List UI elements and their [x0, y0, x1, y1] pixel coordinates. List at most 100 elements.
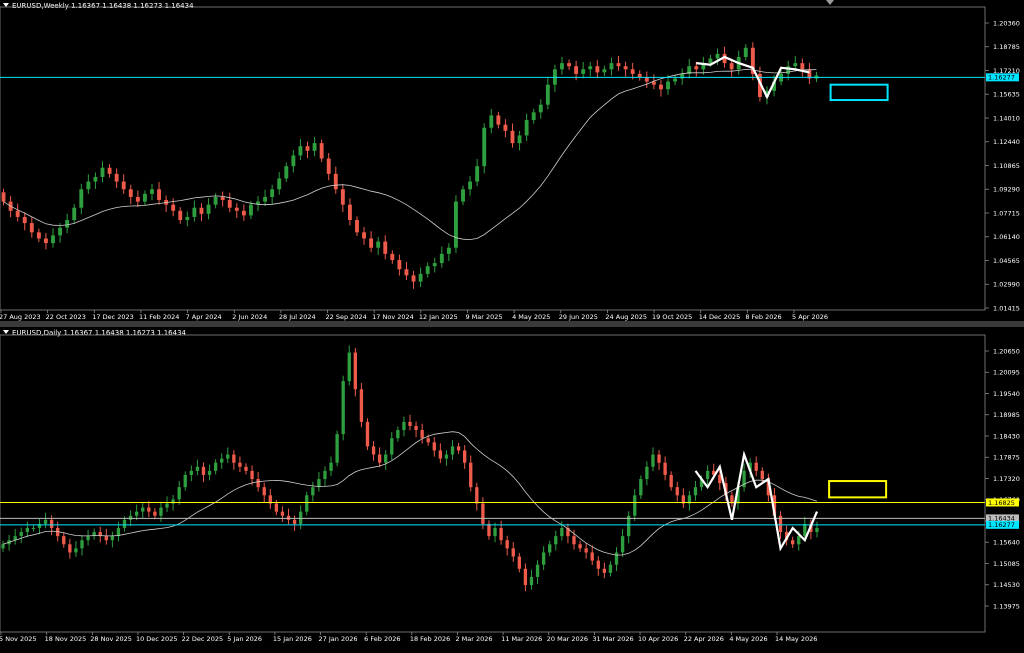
x-tick-label: 11 Mar 2026 [501, 635, 542, 643]
candle-body [377, 454, 382, 463]
candle-body [195, 466, 200, 471]
x-tick-label: 18 Feb 2026 [410, 635, 450, 643]
x-tick-label: 12 Jan 2025 [419, 313, 458, 321]
y-tick-label: 1.15640 [993, 539, 1020, 547]
x-tick-label: 5 Apr 2026 [792, 313, 828, 321]
candle-body [524, 120, 529, 136]
candle-body [319, 143, 324, 159]
candle-body [121, 181, 126, 190]
y-tick-label: 1.20095 [993, 369, 1020, 377]
candle-body [165, 503, 169, 508]
candle-body [663, 462, 667, 475]
candle-body [630, 69, 635, 74]
candle-body [560, 527, 564, 537]
candle-body [270, 189, 275, 197]
candle-body [475, 166, 480, 182]
candle-body [510, 130, 515, 144]
candle-body [793, 63, 798, 67]
candle-body [213, 196, 218, 205]
candle-body [135, 196, 140, 202]
candle-body [396, 430, 400, 439]
candle-body [578, 544, 582, 549]
candle-body [359, 389, 364, 422]
x-tick-label: 19 Oct 2025 [652, 313, 692, 321]
candle-body [503, 124, 508, 131]
candle-body [262, 487, 266, 496]
candle-body [49, 519, 54, 528]
candle-body [446, 247, 451, 254]
candle-body [705, 470, 710, 480]
candle-body [189, 470, 194, 475]
candle-body [157, 189, 161, 201]
candle-body [588, 66, 593, 70]
candle-body [743, 47, 748, 57]
candle-body [560, 63, 564, 70]
candle-body [468, 181, 473, 190]
candle-body [693, 487, 698, 496]
candle-body [694, 66, 699, 70]
candle-body [347, 204, 352, 221]
y-tick-label: 1.12440 [993, 138, 1020, 146]
candle-body [673, 78, 678, 82]
candle-body [616, 63, 621, 67]
candle-body [241, 210, 246, 216]
candle-body [729, 63, 734, 70]
candle-body [461, 189, 465, 202]
candle-body [482, 127, 487, 167]
candle-body [538, 104, 543, 113]
candle-body [192, 207, 197, 217]
y-tick-label: 1.18430 [993, 432, 1020, 440]
candle-body [206, 204, 211, 214]
candle-body [298, 146, 303, 156]
y-tick-label: 1.15635 [993, 91, 1020, 99]
candle-body [369, 238, 374, 248]
candle-body [420, 430, 424, 439]
candle-body [114, 173, 119, 182]
candle-body [595, 66, 600, 73]
candle-body [797, 536, 801, 545]
x-tick-label: 18 Nov 2025 [45, 635, 87, 643]
candle-body [637, 73, 642, 77]
candle-body [675, 487, 679, 496]
candle-body [311, 487, 315, 496]
candle-body [128, 515, 133, 520]
y-tick-label: 1.18985 [993, 411, 1020, 419]
price-level-label: 1.16277 [988, 74, 1015, 82]
candle-body [754, 462, 758, 471]
candle-body [815, 527, 819, 533]
candle-body [51, 235, 55, 244]
candle-body [614, 552, 619, 565]
candle-body [633, 495, 637, 516]
x-tick-label: 7 Apr 2024 [186, 313, 222, 321]
candle-body [80, 540, 84, 549]
weekly-chart-canvas[interactable]: 1.203601.187851.172101.156351.140101.124… [0, 0, 1024, 321]
candle-body [383, 241, 388, 254]
x-tick-label: 11 Feb 2024 [139, 313, 179, 321]
target-zone-box [828, 480, 888, 499]
y-tick-label: 1.15085 [993, 560, 1020, 568]
y-tick-label: 1.13975 [993, 602, 1020, 610]
y-tick-label: 1.17875 [993, 454, 1020, 462]
candle-body [134, 511, 139, 516]
candle-body [397, 260, 402, 270]
candle-body [574, 66, 579, 74]
y-tick-label: 1.20360 [993, 19, 1020, 27]
candle-body [305, 146, 310, 151]
candle-body [183, 474, 187, 488]
y-tick-label: 1.17320 [993, 475, 1020, 483]
daily-chart-panel[interactable]: EURUSD,Daily 1.16367 1.16438 1.16273 1.1… [0, 327, 1024, 653]
candle-body [531, 112, 536, 121]
y-tick-label: 1.06140 [993, 233, 1020, 241]
weekly-chart-panel[interactable]: EURUSD,Weekly 1.16367 1.16438 1.16273 1.… [0, 0, 1024, 321]
x-tick-label: 17 Dec 2023 [92, 313, 134, 321]
x-tick-label: 2 Jun 2024 [232, 313, 267, 321]
candle-body [29, 223, 34, 233]
x-tick-label: 20 Mar 2026 [547, 635, 588, 643]
candle-body [535, 564, 540, 577]
candle-body [323, 470, 327, 480]
y-tick-label: 1.19540 [993, 390, 1020, 398]
y-tick-label: 1.02990 [993, 281, 1020, 289]
candle-body [496, 115, 501, 125]
daily-chart-canvas[interactable]: 1.20650 1.20095 1.19540 1.18985 1.18430 1.178… [0, 327, 1024, 653]
candle-body [639, 479, 643, 496]
